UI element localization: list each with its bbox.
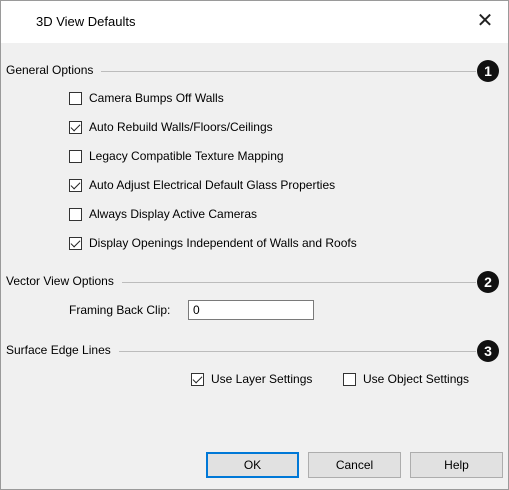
camera-bumps-checkbox[interactable] bbox=[69, 91, 82, 105]
camera-bumps-label: Camera Bumps Off Walls bbox=[89, 91, 224, 105]
use-object-settings-checkbox[interactable] bbox=[343, 372, 356, 386]
auto-rebuild-checkbox[interactable] bbox=[69, 120, 82, 134]
auto-rebuild-label: Auto Rebuild Walls/Floors/Ceilings bbox=[89, 120, 273, 134]
display-cameras-label: Always Display Active Cameras bbox=[89, 207, 258, 221]
display-cameras-checkbox[interactable] bbox=[69, 207, 82, 221]
use-layer-settings-option[interactable]: Use Layer Settings bbox=[191, 370, 312, 388]
legacy-texture-label: Legacy Compatible Texture Mapping bbox=[89, 149, 284, 163]
general-options-title: General Options bbox=[6, 63, 102, 77]
auto-rebuild-option[interactable]: Auto Rebuild Walls/Floors/Ceilings bbox=[69, 118, 273, 136]
framing-back-clip-label: Framing Back Clip: bbox=[69, 303, 171, 317]
help-button[interactable]: Help bbox=[410, 452, 503, 478]
ok-button[interactable]: OK bbox=[206, 452, 299, 478]
callout-badge-3: 3 bbox=[477, 340, 499, 362]
cancel-button[interactable]: Cancel bbox=[308, 452, 401, 478]
use-layer-settings-checkbox[interactable] bbox=[191, 372, 204, 386]
auto-adjust-glass-checkbox[interactable] bbox=[69, 178, 82, 192]
display-openings-label: Display Openings Independent of Walls an… bbox=[89, 236, 357, 250]
surface-edge-title: Surface Edge Lines bbox=[6, 343, 119, 357]
auto-adjust-glass-option[interactable]: Auto Adjust Electrical Default Glass Pro… bbox=[69, 176, 335, 194]
dialog-title: 3D View Defaults bbox=[36, 14, 136, 29]
display-openings-option[interactable]: Display Openings Independent of Walls an… bbox=[69, 234, 357, 252]
use-layer-settings-label: Use Layer Settings bbox=[211, 372, 313, 386]
dialog: 3D View Defaults ✕ General Options 1 Cam… bbox=[0, 0, 509, 490]
callout-badge-1: 1 bbox=[477, 60, 499, 82]
title-bar: 3D View Defaults ✕ bbox=[1, 1, 508, 43]
camera-bumps-option[interactable]: Camera Bumps Off Walls bbox=[69, 89, 224, 107]
legacy-texture-checkbox[interactable] bbox=[69, 149, 82, 163]
use-object-settings-label: Use Object Settings bbox=[363, 372, 470, 386]
framing-back-clip-input[interactable]: 0 bbox=[188, 300, 314, 320]
use-object-settings-option[interactable]: Use Object Settings bbox=[343, 370, 469, 388]
vector-options-title: Vector View Options bbox=[6, 274, 122, 288]
display-openings-checkbox[interactable] bbox=[69, 236, 82, 250]
legacy-texture-option[interactable]: Legacy Compatible Texture Mapping bbox=[69, 147, 284, 165]
close-icon[interactable]: ✕ bbox=[474, 10, 496, 32]
callout-badge-2: 2 bbox=[477, 271, 499, 293]
display-cameras-option[interactable]: Always Display Active Cameras bbox=[69, 205, 257, 223]
auto-adjust-glass-label: Auto Adjust Electrical Default Glass Pro… bbox=[89, 178, 336, 192]
